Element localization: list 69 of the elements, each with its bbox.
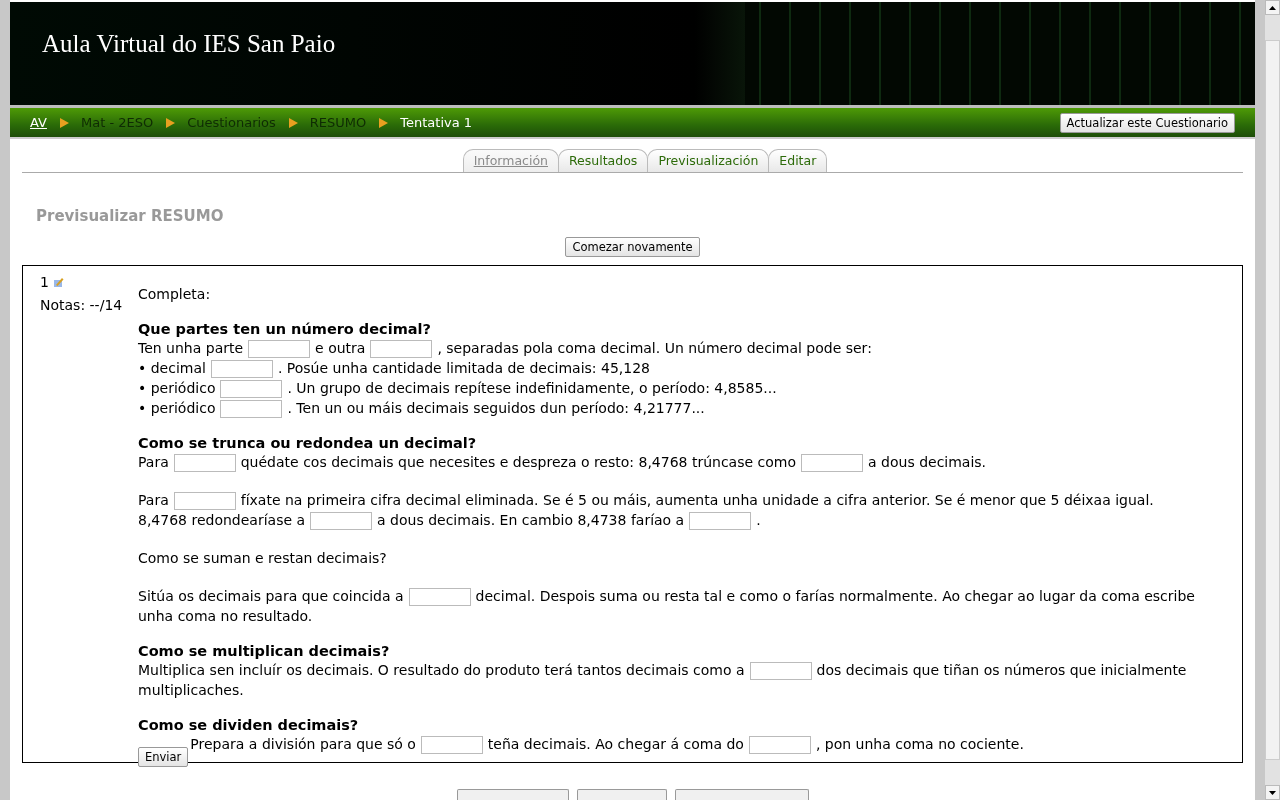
button[interactable] — [456, 789, 569, 800]
question-text: multiplicaches. — [138, 682, 244, 698]
site-title: Aula Virtual do IES San Paio — [41, 29, 336, 58]
question-text: unha coma no resultado. — [138, 608, 313, 624]
question-number: 1 — [40, 274, 49, 290]
question-heading: Que partes ten un número decimal? — [138, 320, 432, 338]
answer-field[interactable] — [173, 492, 236, 510]
question-heading: Como se dividen decimais? — [138, 716, 360, 734]
answer-field[interactable] — [210, 360, 273, 378]
question-text: teña decimais. Ao chegar á coma do — [487, 736, 744, 752]
answer-field[interactable] — [801, 454, 864, 472]
restart-button[interactable]: Comezar novamente — [565, 237, 700, 257]
answer-field[interactable] — [748, 736, 811, 754]
question-text: Prepara a división para que só o — [190, 736, 416, 752]
question-text: a dous decimais. — [868, 454, 987, 470]
answer-field[interactable] — [220, 380, 283, 398]
answer-field[interactable] — [248, 340, 311, 358]
question-text: , separadas pola coma decimal. Un número decimal pode ser: — [437, 340, 872, 356]
question-text: a dous decimais. En cambio 8,4738 faríao a — [377, 512, 685, 528]
breadcrumb-link[interactable]: AV — [30, 115, 47, 130]
answer-field[interactable] — [749, 662, 812, 680]
answer-field[interactable] — [689, 512, 752, 530]
answer-field[interactable] — [420, 736, 483, 754]
breadcrumb-link[interactable]: Tentativa 1 — [400, 115, 473, 130]
tab[interactable]: Previsualización — [647, 149, 770, 172]
tab[interactable]: Información — [462, 149, 559, 172]
question-heading: Como se multiplican decimais? — [138, 642, 391, 660]
question-text: . Un grupo de decimais repítese indefinidamente, o período: 4,8585... — [287, 380, 777, 396]
question-text: • decimal — [138, 360, 206, 376]
question-text: , pon unha coma no cociente. — [815, 736, 1024, 752]
question-text: . Ten un ou máis decimais seguidos dun período: 4,21777... — [287, 400, 705, 416]
question-text: e outra — [315, 340, 366, 356]
question-text: quédate cos decimais que necesites e despreza o resto: 8,4768 trúncase como — [240, 454, 797, 470]
grade-text: Notas: --/14 — [40, 297, 124, 313]
submit-button[interactable]: Enviar — [138, 747, 189, 767]
question-heading: Como se trunca ou redondea un decimal? — [138, 434, 478, 452]
tab[interactable]: Editar — [768, 149, 828, 172]
down-arrow-icon[interactable] — [1269, 790, 1276, 795]
answer-field[interactable] — [173, 454, 236, 472]
answer-field[interactable] — [408, 588, 471, 606]
page-heading: Previsualizar RESUMO — [36, 207, 225, 225]
button[interactable] — [674, 789, 809, 800]
question-intro: Completa: — [138, 286, 211, 302]
question-text: fíxate na primeira cifra decimal eliminada. Se é 5 ou máis, aumenta unha unidade a cifra anterior. Se é menor que 5 déixaa igual. — [240, 492, 1154, 508]
question-text: • periódico — [138, 380, 216, 396]
up-arrow-icon[interactable] — [1269, 5, 1276, 10]
answer-field[interactable] — [220, 400, 283, 418]
question-text: dos decimais que tiñan os números que inicialmente — [816, 662, 1187, 678]
question-text: . — [756, 512, 761, 528]
question-text: Sitúa os decimais para que coincida a — [138, 588, 404, 604]
triangle-icon — [58, 117, 69, 128]
question-text: decimal. Despois suma ou resta tal e como o farías normalmente. Ao chegar ao lugar da coma escribe — [475, 588, 1195, 604]
tab[interactable]: Resultados — [558, 149, 649, 172]
answer-field[interactable] — [310, 512, 373, 530]
triangle-icon — [165, 117, 176, 128]
answer-field[interactable] — [370, 340, 433, 358]
button[interactable] — [576, 789, 667, 800]
question-text: . Posúe unha cantidade limitada de decimais: 45,128 — [277, 360, 651, 376]
triangle-icon — [287, 117, 298, 128]
question-text: Para — [138, 454, 169, 470]
question-text: Multiplica sen incluír os decimais. O resultado do produto terá tantos decimais como a — [138, 662, 745, 678]
question-text: Para — [138, 492, 169, 508]
edit-icon[interactable] — [52, 276, 64, 288]
question-text: • periódico — [138, 400, 216, 416]
question-text: 8,4768 redondearíase a — [138, 512, 306, 528]
question-text: Como se suman e restan decimais? — [138, 550, 387, 566]
triangle-icon — [378, 117, 389, 128]
update-quiz-button[interactable]: Actualizar este Cuestionario — [1059, 112, 1235, 133]
question-text: Ten unha parte — [138, 340, 244, 356]
